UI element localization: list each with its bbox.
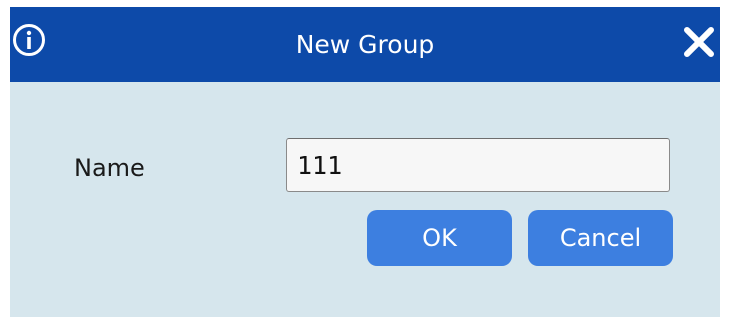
- dialog-title: New Group: [295, 30, 435, 59]
- dialog-titlebar: New Group: [10, 7, 720, 82]
- ok-button[interactable]: OK: [367, 210, 512, 266]
- name-label: Name: [74, 154, 145, 182]
- name-input[interactable]: [286, 138, 670, 192]
- new-group-dialog: New Group Name OK Cancel: [10, 7, 720, 317]
- cancel-button[interactable]: Cancel: [528, 210, 673, 266]
- close-icon[interactable]: [682, 25, 716, 59]
